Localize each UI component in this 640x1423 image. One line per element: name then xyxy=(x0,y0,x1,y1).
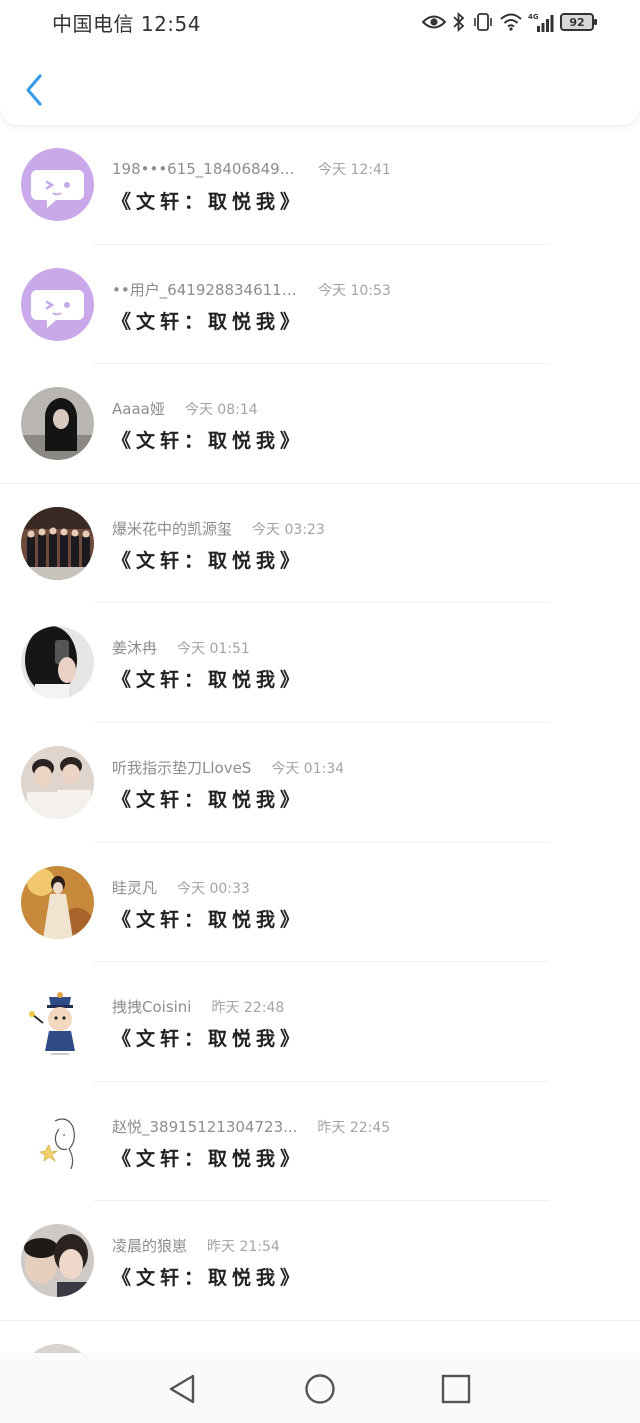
triangle-back-icon[interactable] xyxy=(166,1372,200,1406)
status-icons: 4G 92 xyxy=(422,10,597,34)
message-text: 《文轩：取悦我》 xyxy=(112,908,305,931)
sender-name: 拽拽Coisini xyxy=(112,998,192,1017)
sender-name: 198•••615_1840684907 xyxy=(112,160,298,178)
sender-name: 眭灵凡 xyxy=(112,878,158,897)
photo-avatar[interactable] xyxy=(21,745,94,819)
list-item[interactable]: 拽拽Coisini 昨天 22:48 《文轩：取悦我》 xyxy=(0,962,640,1082)
list-item[interactable]: ••用户_641928834611788 今天 10:53 《文轩：取悦我》 xyxy=(0,245,640,365)
cartoon-avatar[interactable] xyxy=(21,985,94,1059)
sender-name: 听我指示垫刀LloveS xyxy=(112,758,252,777)
message-text: 《文轩：取悦我》 xyxy=(112,1267,305,1290)
message-text: 《文轩：取悦我》 xyxy=(112,1028,305,1051)
message-text: 《文轩：取悦我》 xyxy=(112,669,305,692)
message-text: 《文轩：取悦我》 xyxy=(112,1147,305,1170)
top-header: 中国电信 12:54 4G 92 xyxy=(0,0,640,125)
bluetooth-icon xyxy=(452,12,466,32)
message-time: 今天 08:14 xyxy=(184,402,258,419)
photo-avatar[interactable] xyxy=(21,387,94,461)
circle-home-icon[interactable] xyxy=(303,1372,337,1406)
eye-icon xyxy=(422,14,446,30)
message-time: 今天 12:41 xyxy=(318,162,391,178)
chat-bubble-avatar[interactable] xyxy=(21,267,94,341)
photo-avatar[interactable] xyxy=(21,1224,94,1298)
back-button[interactable] xyxy=(22,70,48,110)
list-item[interactable]: 爆米花中的凯源玺 今天 03:23 《文轩：取悦我》 xyxy=(0,484,640,604)
sketch-avatar[interactable] xyxy=(21,1104,94,1178)
system-navigation-bar xyxy=(0,1353,640,1423)
message-time: 昨天 22:45 xyxy=(317,1119,391,1136)
message-time: 今天 03:23 xyxy=(252,521,325,538)
photo-avatar[interactable] xyxy=(21,506,94,580)
list-item[interactable]: 眭灵凡 今天 00:33 《文轩：取悦我》 xyxy=(0,843,640,963)
message-text: 《文轩：取悦我》 xyxy=(112,310,305,333)
battery-level: 92 xyxy=(569,15,585,29)
sender-name: 爆米花中的凯源玺 xyxy=(112,519,233,538)
wifi-icon xyxy=(500,13,522,31)
chevron-left-icon[interactable] xyxy=(22,70,48,110)
message-text: 《文轩：取悦我》 xyxy=(112,788,305,811)
nav-home-button[interactable] xyxy=(303,1372,337,1406)
message-text: 《文轩：取悦我》 xyxy=(112,191,305,213)
list-item[interactable]: 198•••615_1840684907 今天 12:41 《文轩：取悦我》 xyxy=(0,125,640,245)
vibrate-icon xyxy=(472,12,494,32)
list-item[interactable]: 姜沐冉 今天 01:51 《文轩：取悦我》 xyxy=(0,603,640,723)
message-list: 198•••615_1840684907 今天 12:41 《文轩：取悦我》 ••… xyxy=(0,125,640,1423)
message-time: 昨天 21:54 xyxy=(207,1239,280,1256)
message-time: 今天 00:33 xyxy=(177,880,250,897)
carrier-time-text: 中国电信 12:54 xyxy=(52,12,201,36)
signal-icon: 4G xyxy=(528,12,554,32)
sender-name: Aaaa娅 xyxy=(112,400,165,419)
list-item[interactable]: 凌晨的狼崽 昨天 21:54 《文轩：取悦我》 xyxy=(0,1201,640,1321)
battery-icon: 92 xyxy=(560,13,597,31)
nav-recents-button[interactable] xyxy=(439,1372,473,1406)
square-recents-icon[interactable] xyxy=(439,1372,473,1406)
list-item[interactable]: 赵悦_38915121304723... 昨天 22:45 《文轩：取悦我》 xyxy=(0,1082,640,1202)
list-item[interactable]: Aaaa娅 今天 08:14 《文轩：取悦我》 xyxy=(0,364,640,484)
nav-back-button[interactable] xyxy=(166,1372,200,1406)
message-time: 今天 10:53 xyxy=(318,282,391,299)
sender-name: 姜沐冉 xyxy=(112,639,158,658)
message-time: 昨天 22:48 xyxy=(211,1000,285,1017)
chat-bubble-avatar[interactable] xyxy=(21,148,94,221)
sender-name: 赵悦_38915121304723... xyxy=(112,1117,298,1136)
message-time: 今天 01:51 xyxy=(177,641,250,658)
photo-avatar[interactable] xyxy=(21,626,94,700)
message-time: 今天 01:34 xyxy=(271,760,345,777)
status-bar: 中国电信 12:54 4G 92 xyxy=(0,0,640,44)
message-text: 《文轩：取悦我》 xyxy=(112,549,305,572)
photo-avatar[interactable] xyxy=(21,865,94,939)
sender-name: ••用户_641928834611788 xyxy=(112,280,298,299)
list-item[interactable]: 听我指示垫刀LloveS 今天 01:34 《文轩：取悦我》 xyxy=(0,723,640,843)
message-text: 《文轩：取悦我》 xyxy=(112,430,305,453)
sender-name: 凌晨的狼崽 xyxy=(112,1237,188,1256)
network-type-text: 4G xyxy=(528,13,539,21)
